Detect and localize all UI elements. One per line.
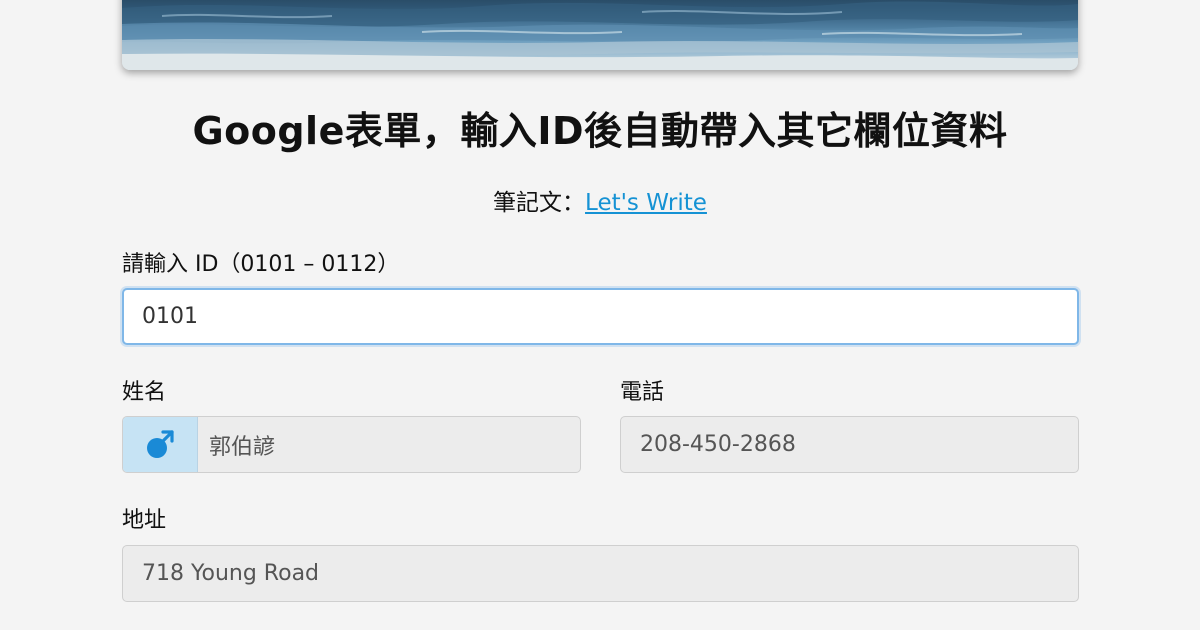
address-field[interactable]: 718 Young Road	[122, 545, 1079, 602]
name-label: 姓名	[122, 380, 167, 405]
name-field[interactable]: 郭伯諺	[198, 417, 275, 472]
phone-label: 電話	[620, 380, 665, 405]
id-label: 請輸入 ID（0101 – 0112）	[122, 252, 400, 277]
name-value: 郭伯諺	[209, 434, 276, 460]
address-label: 地址	[122, 508, 167, 533]
address-value: 718 Young Road	[142, 561, 320, 586]
ocean-waves-illustration	[122, 1, 1078, 70]
subtitle: 筆記文：Let's Write	[0, 186, 1200, 220]
name-field-group: 郭伯諺	[122, 416, 581, 473]
male-icon	[147, 429, 174, 458]
page-title: Google表單，輸入ID後自動帶入其它欄位資料	[192, 109, 1008, 153]
subtitle-prefix: 筆記文：	[493, 190, 586, 216]
lets-write-link[interactable]: Let's Write	[585, 190, 707, 216]
phone-value: 208-450-2868	[640, 432, 796, 457]
id-input-value: 0101	[142, 304, 198, 329]
phone-field[interactable]: 208-450-2868	[620, 416, 1079, 473]
gender-addon	[123, 417, 198, 472]
id-input[interactable]: 0101	[122, 288, 1079, 345]
header-ocean-image	[122, 0, 1078, 70]
page: Google表單，輸入ID後自動帶入其它欄位資料 筆記文：Let's Write…	[0, 0, 1200, 630]
